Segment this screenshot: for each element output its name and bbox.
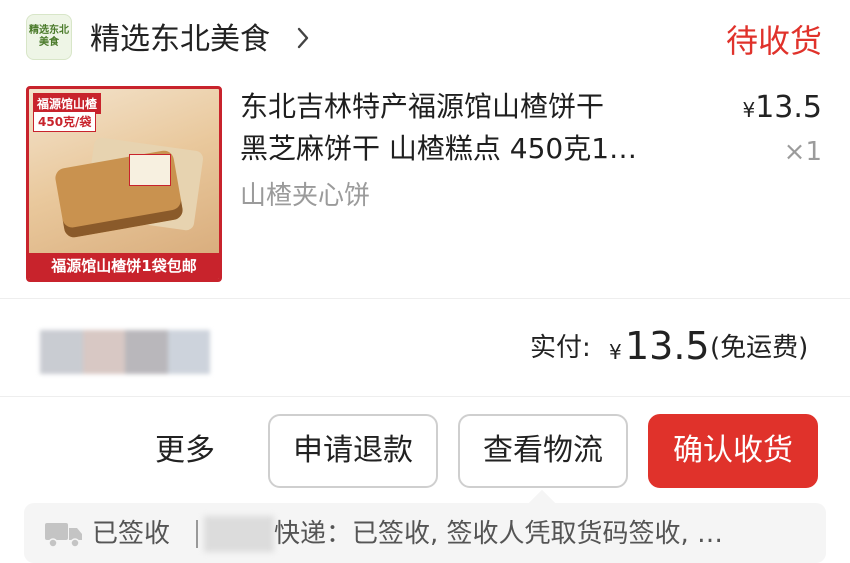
product-quantity: ×1 [783, 137, 822, 167]
product-image-caption: 福源馆山楂饼1袋包邮 [29, 253, 219, 279]
product-price: ¥13.5 [742, 88, 822, 130]
confirm-receipt-button[interactable]: 确认收货 [648, 414, 818, 488]
product-title[interactable]: 东北吉林特产福源馆山楂饼干 黑芝麻饼干 山楂糕点 450克1… [240, 86, 710, 170]
more-button[interactable]: 更多 [140, 414, 230, 488]
refund-button[interactable]: 申请退款 [268, 414, 438, 488]
logistics-detail: 快递：已签收, 签收人凭取货码签收, … [274, 519, 724, 549]
product-title-line-2: 黑芝麻饼干 山楂糕点 450克1… [240, 132, 638, 165]
shop-logo-line-2: 美食 [39, 37, 59, 48]
chevron-right-icon[interactable] [296, 26, 310, 50]
shipping-note: (免运费) [710, 333, 809, 363]
product-image-package [129, 154, 171, 186]
shop-logo[interactable]: 精选东北 美食 [26, 14, 72, 60]
product-title-line-1: 东北吉林特产福源馆山楂饼干 [240, 90, 605, 123]
divider [0, 298, 850, 299]
order-status: 待收货 [725, 22, 822, 60]
product-sku: 山楂夹心饼 [240, 181, 371, 211]
view-logistics-button[interactable]: 查看物流 [458, 414, 628, 488]
product-image[interactable]: 福源馆山楂 450克/袋 福源馆山楂饼1袋包邮 [26, 86, 222, 282]
paid-amount: 13.5 [625, 324, 710, 368]
redacted-courier-name [204, 516, 274, 552]
logistics-separator [196, 520, 198, 548]
product-price-value: 13.5 [755, 90, 822, 125]
paid-label: 实付: [530, 333, 591, 363]
product-price-symbol: ¥ [742, 98, 756, 122]
redacted-info [40, 330, 210, 374]
paid-currency: ¥ [609, 340, 622, 364]
product-image-weight-badge: 450克/袋 [33, 111, 97, 132]
shop-name[interactable]: 精选东北美食 [90, 20, 270, 60]
logistics-status: 已签收 [92, 519, 171, 549]
truck-icon [45, 523, 82, 548]
shop-logo-line-1: 精选东北 [29, 25, 69, 36]
divider [0, 396, 850, 397]
